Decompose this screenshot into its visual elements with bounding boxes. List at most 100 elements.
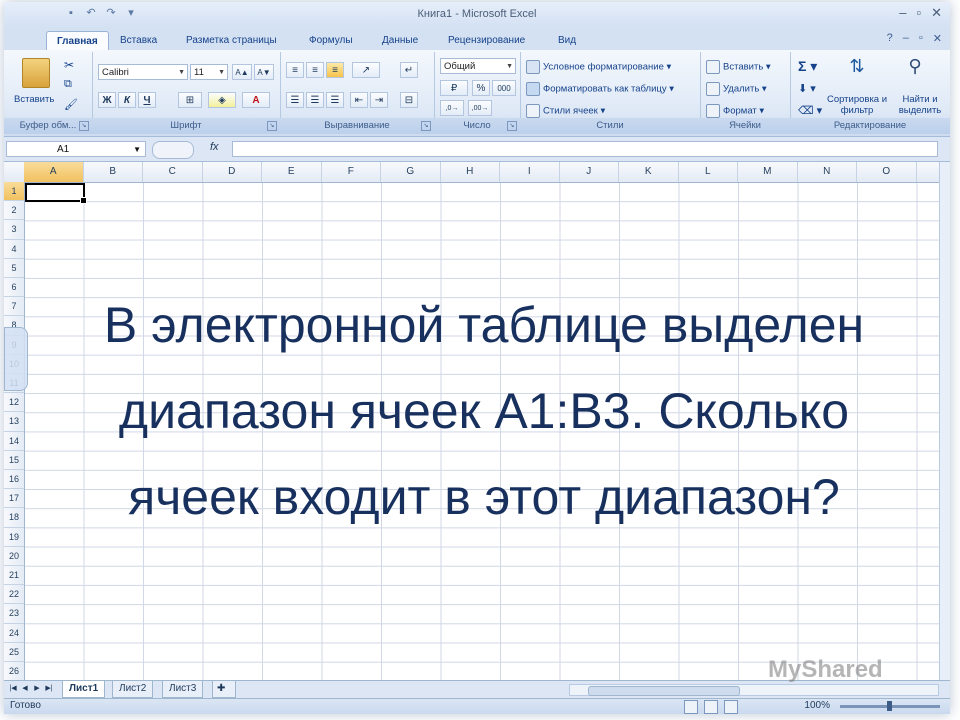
paste-button[interactable]: Вставить	[14, 94, 54, 105]
next-sheet-icon[interactable]: ▶	[32, 683, 42, 695]
restore-icon[interactable]: ▫	[916, 6, 921, 20]
row-header-24[interactable]: 24	[4, 624, 24, 643]
copy-icon[interactable]: ⧉	[64, 78, 72, 91]
zoom-slider-thumb[interactable]	[887, 701, 892, 711]
font-color-button[interactable]: A	[242, 92, 270, 108]
row-header-22[interactable]: 22	[4, 585, 24, 605]
column-header-m[interactable]: M	[738, 162, 798, 182]
sort-filter-icon[interactable]: ⇅	[844, 56, 870, 82]
column-header-i[interactable]: I	[500, 162, 560, 182]
row-header-13[interactable]: 13	[4, 412, 24, 432]
column-header-d[interactable]: D	[203, 162, 262, 182]
font-dialog-launcher[interactable]: ↘	[267, 121, 277, 131]
sheet-tab-1[interactable]: Лист1	[62, 681, 106, 698]
row-header-1[interactable]: 1	[4, 182, 24, 202]
row-header-6[interactable]: 6	[4, 278, 24, 298]
font-size-combo[interactable]: 11 ▼	[190, 64, 228, 80]
column-header-a[interactable]: A	[24, 162, 84, 182]
align-middle-icon[interactable]: ≡	[306, 62, 324, 78]
row-header-14[interactable]: 14	[4, 432, 24, 451]
underline-button[interactable]: Ч	[138, 92, 156, 108]
column-header-l[interactable]: L	[679, 162, 738, 182]
row-header-4[interactable]: 4	[4, 240, 24, 259]
sort-filter-button[interactable]: Сортировка и фильтр	[826, 94, 888, 116]
align-left-icon[interactable]: ☰	[286, 92, 304, 108]
decrease-decimal-icon[interactable]: ,00→	[468, 100, 492, 116]
font-name-combo[interactable]: Calibri ▼	[98, 64, 188, 80]
number-format-combo[interactable]: Общий ▼	[440, 58, 516, 74]
column-header-g[interactable]: G	[381, 162, 441, 182]
row-header-16[interactable]: 16	[4, 470, 24, 490]
grow-font-button[interactable]: A▲	[232, 64, 252, 80]
row-header-19[interactable]: 19	[4, 528, 24, 547]
row-header-25[interactable]: 25	[4, 643, 24, 662]
clipboard-dialog-launcher[interactable]: ↘	[79, 121, 89, 131]
find-select-button[interactable]: Найти и выделить	[892, 94, 948, 116]
column-header-k[interactable]: K	[619, 162, 679, 182]
paste-icon[interactable]	[22, 58, 50, 88]
currency-icon[interactable]: ₽	[440, 80, 468, 96]
shrink-font-button[interactable]: A▼	[254, 64, 274, 80]
name-box[interactable]: A1 ▼	[6, 141, 146, 157]
close-icon[interactable]: ✕	[931, 6, 942, 20]
ribbon-restore-icon[interactable]: ▫	[919, 32, 923, 45]
sheet-tab-3[interactable]: Лист3	[162, 681, 204, 698]
tab-home[interactable]: Главная	[46, 31, 109, 51]
column-header-n[interactable]: N	[798, 162, 857, 182]
row-header-15[interactable]: 15	[4, 451, 24, 470]
italic-button[interactable]: К	[118, 92, 136, 108]
percent-button[interactable]: %	[472, 80, 490, 96]
sheet-tab-2[interactable]: Лист2	[112, 681, 154, 698]
decrease-indent-icon[interactable]: ⇤	[350, 92, 368, 108]
tab-view[interactable]: Вид	[548, 31, 586, 50]
zoom-slider[interactable]	[840, 701, 940, 711]
formula-cancel-button[interactable]	[152, 141, 194, 159]
borders-button[interactable]: ⊞	[178, 92, 202, 108]
row-header-12[interactable]: 12	[4, 393, 24, 413]
row-header-23[interactable]: 23	[4, 604, 24, 624]
bold-button[interactable]: Ж	[98, 92, 116, 108]
column-header-j[interactable]: J	[560, 162, 619, 182]
row-header-26[interactable]: 26	[4, 662, 24, 680]
align-right-icon[interactable]: ☰	[326, 92, 344, 108]
help-icon[interactable]: ?	[887, 32, 893, 45]
row-header-21[interactable]: 21	[4, 566, 24, 586]
column-header-f[interactable]: F	[322, 162, 381, 182]
tab-insert[interactable]: Вставка	[110, 31, 167, 50]
binoculars-icon[interactable]: ⚲	[902, 56, 928, 82]
merge-center-icon[interactable]: ⊟	[400, 92, 418, 108]
page-layout-view-icon[interactable]	[704, 700, 718, 714]
page-break-view-icon[interactable]	[724, 700, 738, 714]
format-as-table-button[interactable]: Форматировать как таблицу ▾	[526, 82, 674, 96]
orientation-icon[interactable]: ↗	[352, 62, 380, 78]
tab-data[interactable]: Данные	[372, 31, 428, 50]
insert-cells-button[interactable]: Вставить ▾	[706, 60, 771, 74]
fill-icon[interactable]: ⬇ ▾	[798, 82, 816, 95]
tab-page-layout[interactable]: Разметка страницы	[176, 31, 287, 50]
row-header-2[interactable]: 2	[4, 201, 24, 221]
number-dialog-launcher[interactable]: ↘	[507, 121, 517, 131]
increase-indent-icon[interactable]: ⇥	[370, 92, 388, 108]
last-sheet-icon[interactable]: ▶|	[44, 683, 54, 695]
ribbon-close-icon[interactable]: ✕	[933, 32, 942, 45]
insert-sheet-icon[interactable]: ✚	[212, 681, 236, 698]
row-header-20[interactable]: 20	[4, 547, 24, 566]
row-header-18[interactable]: 18	[4, 508, 24, 528]
vertical-scrollbar[interactable]	[939, 162, 950, 680]
minimize-icon[interactable]: –	[899, 6, 906, 20]
active-cell[interactable]	[25, 183, 87, 204]
tab-review[interactable]: Рецензирование	[438, 31, 535, 50]
row-header-17[interactable]: 17	[4, 489, 24, 509]
align-bottom-icon[interactable]: ≡	[326, 62, 344, 78]
autosum-button[interactable]: Σ ▾	[798, 58, 817, 75]
side-panel-handle[interactable]	[4, 327, 28, 391]
row-header-7[interactable]: 7	[4, 297, 24, 317]
delete-cells-button[interactable]: Удалить ▾	[706, 82, 767, 96]
format-cells-button[interactable]: Формат ▾	[706, 104, 764, 118]
ribbon-minimize-icon[interactable]: –	[903, 32, 909, 45]
column-header-b[interactable]: B	[84, 162, 143, 182]
normal-view-icon[interactable]	[684, 700, 698, 714]
insert-function-button[interactable]: fx	[210, 141, 219, 153]
column-header-c[interactable]: C	[143, 162, 203, 182]
align-center-icon[interactable]: ☰	[306, 92, 324, 108]
